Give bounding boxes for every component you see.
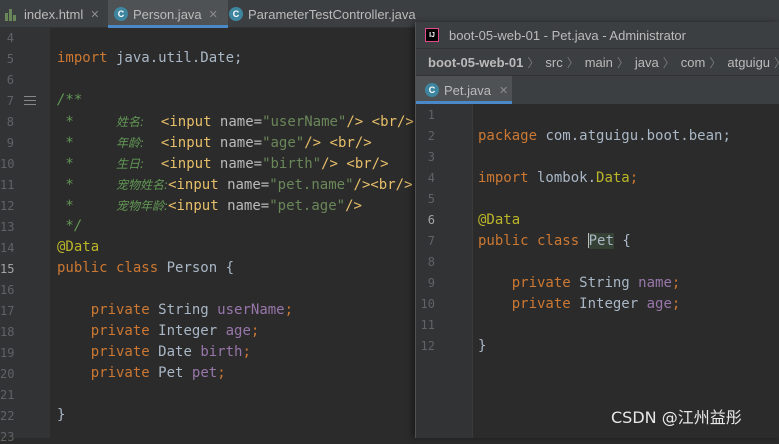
chevron-right-icon: 〉 (566, 55, 579, 70)
class-c-icon: C (229, 7, 243, 21)
line-number: 11 (0, 178, 15, 192)
tab-person-java[interactable]: C Person.java ✕ (108, 0, 228, 28)
doc-comment-line: * 宠物姓名:<input name="pet.name"/><br/> (57, 177, 413, 193)
chevron-right-icon: 〉 (774, 54, 779, 71)
chevron-right-icon: 〉 (616, 55, 629, 70)
line-number: 21 (0, 388, 15, 402)
code-line: package com.atguigu.boot.bean; (478, 128, 731, 144)
line-number: 9 (427, 276, 435, 290)
line-number: 8 (6, 115, 14, 129)
line-number-gutter: 1 2 3 4 5 6 7 8 9 10 11 12 (416, 104, 472, 438)
class-c-icon: C (425, 83, 439, 97)
code-line: import java.util.Date; (57, 50, 243, 66)
breadcrumb-item[interactable]: atguigu (721, 55, 774, 70)
doc-comment-line: * 生日: <input name="birth"/> <br/> (57, 156, 389, 172)
tab-label: Person.java (133, 6, 202, 22)
line-number-gutter: 4 5 6 7 8 9 10 11 12 13 14 15 16 17 18 1… (0, 28, 50, 444)
line-number: 5 (6, 52, 14, 66)
breadcrumb-item[interactable]: com (675, 55, 710, 70)
code-line: private Integer age; (90, 323, 260, 339)
line-number: 13 (0, 220, 15, 234)
code-line: */ (57, 218, 83, 234)
code-line: public class Person { (57, 260, 235, 276)
code-line: import lombok.Data; (478, 170, 639, 186)
code-line: private Integer age; (511, 296, 681, 312)
chevron-right-icon: 〉 (527, 55, 540, 70)
line-number: 22 (0, 409, 15, 423)
floating-editor-window[interactable]: IJ boot-05-web-01 - Pet.java - Administr… (415, 22, 779, 438)
line-number: 6 (6, 73, 14, 87)
breadcrumb-item[interactable]: java (629, 55, 663, 70)
line-number: 10 (420, 297, 435, 311)
code-editor-left[interactable]: import java.util.Date; /** * 姓名: <input … (50, 28, 415, 438)
line-number: 4 (6, 31, 14, 45)
chevron-right-icon: 〉 (709, 55, 722, 70)
line-number: 2 (427, 129, 435, 143)
doc-comment-line: * 姓名: <input name="userName"/> <br/> (57, 114, 414, 130)
doc-comment-line: * 年龄: <input name="age"/> <br/> (57, 135, 372, 151)
line-number: 15 (0, 262, 15, 276)
chevron-right-icon: 〉 (662, 55, 675, 70)
code-line: private Pet pet; (90, 365, 226, 381)
documentation-toggle-icon[interactable] (24, 96, 36, 105)
tab-index-html[interactable]: index.html ✕ (5, 0, 99, 28)
line-number: 7 (6, 94, 14, 108)
breadcrumb-item[interactable]: src (539, 55, 566, 70)
close-icon[interactable]: ✕ (209, 8, 218, 21)
tab-label: index.html (24, 6, 84, 22)
code-line: } (57, 407, 66, 423)
window-title-bar[interactable]: IJ boot-05-web-01 - Pet.java - Administr… (416, 22, 779, 48)
line-number: 16 (0, 283, 15, 297)
doc-comment-line: * 宠物年龄:<input name="pet.age"/> (57, 198, 362, 214)
window-tab-bar: C Pet.java ✕ (416, 75, 779, 104)
html-file-icon (5, 7, 18, 21)
line-number: 4 (427, 171, 435, 185)
code-line: private Date birth; (90, 344, 251, 360)
line-number: 11 (420, 318, 435, 332)
line-number: 17 (0, 304, 15, 318)
code-line: /** (57, 92, 83, 108)
code-line: } (478, 338, 487, 354)
line-number: 7 (427, 234, 435, 248)
window-title: boot-05-web-01 - Pet.java - Administrato… (449, 27, 686, 43)
code-editor-right[interactable]: package com.atguigu.boot.bean; import lo… (472, 104, 779, 438)
code-line: @Data (478, 212, 521, 228)
tab-parameter-test-controller[interactable]: C ParameterTestController.java (229, 0, 416, 28)
breadcrumb: boot-05-web-01 〉 src 〉 main 〉 java 〉 com 〉 at… (416, 48, 779, 75)
code-line: public class Pet { (478, 233, 631, 249)
line-number: 23 (0, 430, 15, 444)
close-icon[interactable]: ✕ (499, 84, 508, 97)
line-number: 12 (0, 199, 15, 213)
line-number: 8 (427, 255, 435, 269)
watermark: CSDN @江州益彤 (611, 408, 742, 427)
line-number: 12 (420, 339, 435, 353)
code-line: @Data (57, 239, 100, 255)
tab-label: ParameterTestController.java (248, 6, 416, 22)
code-line: private String name; (511, 275, 681, 291)
line-number: 1 (427, 108, 435, 122)
line-number: 6 (427, 213, 435, 227)
tab-pet-java[interactable]: C Pet.java ✕ (416, 76, 512, 104)
line-number: 10 (0, 157, 15, 171)
line-number: 5 (427, 192, 435, 206)
line-number: 19 (0, 346, 15, 360)
line-number: 3 (427, 150, 435, 164)
code-line: private String userName; (90, 302, 294, 318)
breadcrumb-item[interactable]: boot-05-web-01 (416, 55, 527, 70)
line-number: 20 (0, 367, 15, 381)
close-icon[interactable]: ✕ (90, 8, 99, 21)
intellij-logo-icon: IJ (425, 28, 439, 42)
line-number: 9 (6, 136, 14, 150)
line-number: 14 (0, 241, 15, 255)
line-number: 18 (0, 325, 15, 339)
class-c-icon: C (114, 7, 128, 21)
breadcrumb-item[interactable]: main (579, 55, 617, 70)
tab-label: Pet.java (444, 82, 491, 98)
